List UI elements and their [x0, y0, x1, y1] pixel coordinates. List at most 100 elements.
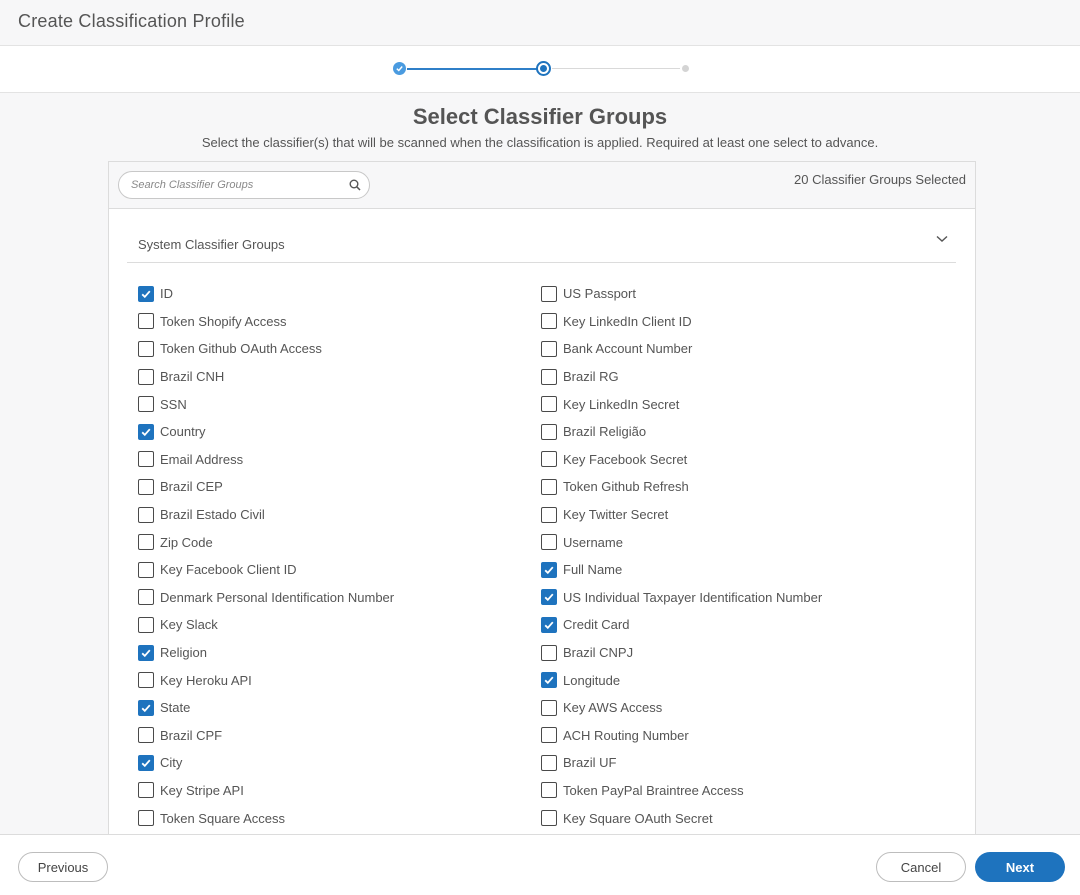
classifier-checkbox[interactable] — [541, 810, 557, 827]
cancel-button[interactable]: Cancel — [876, 852, 966, 882]
classifier-item[interactable]: Full Name — [541, 556, 822, 584]
classifier-item[interactable]: Token Shopify Access — [138, 308, 394, 336]
classifier-checkbox[interactable] — [541, 699, 557, 716]
classifier-checkbox[interactable] — [138, 534, 154, 551]
search-input[interactable]: Search Classifier Groups — [118, 171, 370, 199]
classifier-checkbox[interactable] — [541, 534, 557, 551]
classifier-item[interactable]: Key Heroku API — [138, 666, 394, 694]
classifier-checkbox[interactable] — [138, 727, 154, 744]
classifier-checkbox[interactable] — [541, 451, 557, 468]
classifier-checkbox[interactable] — [138, 368, 154, 385]
classifier-item[interactable]: Zip Code — [138, 528, 394, 556]
classifier-item[interactable]: Key Twitter Secret — [541, 501, 822, 529]
classifier-checkbox[interactable] — [138, 396, 154, 413]
classifier-item[interactable]: Key Square OAuth Secret — [541, 804, 822, 832]
classifier-label: Brazil UF — [563, 755, 617, 771]
classifier-checkbox[interactable] — [138, 672, 154, 689]
classifier-item[interactable]: Key Facebook Client ID — [138, 556, 394, 584]
classifier-item[interactable]: Brazil Religião — [541, 418, 822, 446]
classifier-label: Bank Account Number — [563, 341, 693, 357]
classifier-checkbox[interactable] — [138, 423, 154, 440]
classifier-item[interactable]: Brazil CNH — [138, 363, 394, 391]
classifier-checkbox[interactable] — [541, 368, 557, 385]
classifier-label: Brazil CEP — [160, 479, 223, 495]
search-icon[interactable] — [349, 179, 361, 191]
classifier-checkbox[interactable] — [138, 644, 154, 661]
classifier-item[interactable]: Username — [541, 528, 822, 556]
classifier-label: Key Slack — [160, 617, 218, 633]
classifier-item[interactable]: Token PayPal Braintree Access — [541, 777, 822, 805]
classifier-checkbox[interactable] — [138, 699, 154, 716]
classifier-checkbox[interactable] — [541, 506, 557, 523]
classifier-checkbox[interactable] — [541, 644, 557, 661]
classifier-checkbox[interactable] — [541, 396, 557, 413]
classifier-item[interactable]: Brazil UF — [541, 749, 822, 777]
classifier-checkbox[interactable] — [541, 478, 557, 495]
classifier-checkbox[interactable] — [138, 616, 154, 633]
classifier-checkbox[interactable] — [138, 589, 154, 606]
classifier-label: Token PayPal Braintree Access — [563, 782, 744, 798]
classifier-checkbox[interactable] — [138, 340, 154, 357]
classifier-item[interactable]: Brazil RG — [541, 363, 822, 391]
classifier-checkbox[interactable] — [541, 616, 557, 633]
classifier-item[interactable]: US Individual Taxpayer Identification Nu… — [541, 584, 822, 612]
classifier-item[interactable]: Email Address — [138, 446, 394, 474]
classifier-item[interactable]: Credit Card — [541, 611, 822, 639]
classifier-checkbox[interactable] — [138, 561, 154, 578]
classifier-item[interactable]: City — [138, 749, 394, 777]
classifier-checkbox[interactable] — [138, 478, 154, 495]
classifier-item[interactable]: Brazil Estado Civil — [138, 501, 394, 529]
classifier-checkbox[interactable] — [541, 782, 557, 799]
classifier-item[interactable]: SSN — [138, 390, 394, 418]
section-header-system-classifier-groups[interactable]: System Classifier Groups — [127, 224, 956, 263]
classifier-checkbox[interactable] — [541, 340, 557, 357]
classifier-item[interactable]: Key Stripe API — [138, 777, 394, 805]
classifier-label: Token Shopify Access — [160, 313, 287, 329]
classifier-item[interactable]: Brazil CNPJ — [541, 639, 822, 667]
classifier-checkbox[interactable] — [541, 423, 557, 440]
classifier-item[interactable]: Key AWS Access — [541, 694, 822, 722]
classifier-item[interactable]: Religion — [138, 639, 394, 667]
classifier-checkbox[interactable] — [541, 313, 557, 330]
classifier-checkbox[interactable] — [138, 810, 154, 827]
classifier-item[interactable]: Token Square Access — [138, 804, 394, 832]
next-button[interactable]: Next — [975, 852, 1065, 882]
classifier-checkbox[interactable] — [541, 672, 557, 689]
classifier-item[interactable]: US Passport — [541, 280, 822, 308]
classifier-item[interactable]: State — [138, 694, 394, 722]
classifier-checkbox[interactable] — [541, 589, 557, 606]
classifier-item[interactable]: Denmark Personal Identification Number — [138, 584, 394, 612]
classifier-item[interactable]: ACH Routing Number — [541, 722, 822, 750]
classifier-item[interactable]: Token Github OAuth Access — [138, 335, 394, 363]
classifier-label: Key LinkedIn Secret — [563, 396, 680, 412]
classifier-checkbox[interactable] — [541, 754, 557, 771]
classifier-item[interactable]: Key Facebook Secret — [541, 446, 822, 474]
classifier-checkbox[interactable] — [541, 727, 557, 744]
classifier-label: ID — [160, 286, 173, 302]
classifier-item[interactable]: Bank Account Number — [541, 335, 822, 363]
classifier-label: US Individual Taxpayer Identification Nu… — [563, 589, 823, 605]
classifier-checkbox[interactable] — [138, 313, 154, 330]
classifier-checkbox[interactable] — [541, 285, 557, 302]
classifier-checkbox[interactable] — [138, 754, 154, 771]
classifier-checkbox[interactable] — [138, 285, 154, 302]
classifier-label: Key LinkedIn Client ID — [563, 313, 692, 329]
classifier-checkbox[interactable] — [541, 561, 557, 578]
classifier-item[interactable]: Country — [138, 418, 394, 446]
classifier-item[interactable]: Key LinkedIn Secret — [541, 390, 822, 418]
classifier-item[interactable]: Key LinkedIn Client ID — [541, 308, 822, 336]
classifier-checkbox[interactable] — [138, 506, 154, 523]
classifier-checkbox[interactable] — [138, 451, 154, 468]
classifier-item[interactable]: Key Slack — [138, 611, 394, 639]
classifier-checkbox[interactable] — [138, 782, 154, 799]
classifier-column-left: ID Token Shopify Access Token Github OAuth… — [138, 280, 394, 832]
classifier-item[interactable]: ID — [138, 280, 394, 308]
check-icon — [544, 593, 554, 602]
classifier-item[interactable]: Token Github Refresh — [541, 473, 822, 501]
classifier-item[interactable]: Longitude — [541, 666, 822, 694]
chevron-down-icon[interactable] — [936, 235, 948, 243]
classifier-label: Brazil RG — [563, 369, 619, 385]
classifier-item[interactable]: Brazil CPF — [138, 722, 394, 750]
classifier-item[interactable]: Brazil CEP — [138, 473, 394, 501]
previous-button[interactable]: Previous — [18, 852, 108, 882]
